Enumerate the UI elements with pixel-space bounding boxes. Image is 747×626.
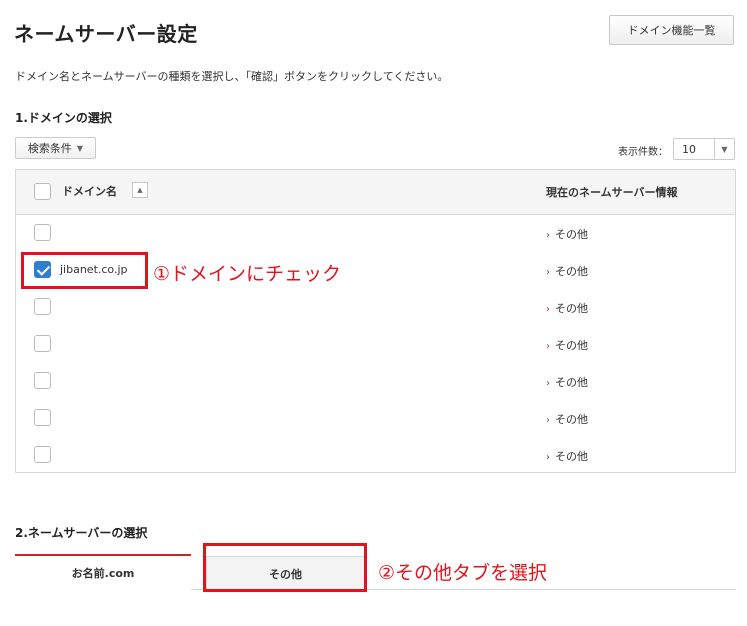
nameserver-info: › その他: [546, 448, 588, 464]
page-title: ネームサーバー設定: [14, 22, 198, 46]
chevron-right-icon: ›: [546, 267, 550, 278]
nameserver-value: その他: [555, 413, 588, 426]
chevron-right-icon: ›: [546, 304, 550, 315]
search-filter-button[interactable]: 検索条件 ▼: [15, 137, 96, 159]
chevron-right-icon: ›: [546, 230, 550, 241]
nameserver-info: › その他: [546, 263, 588, 279]
table-header: ドメイン名 ▲ 現在のネームサーバー情報: [16, 170, 735, 215]
nameserver-info: › その他: [546, 374, 588, 390]
display-count-value: 10: [682, 142, 696, 156]
chevron-right-icon: ›: [546, 415, 550, 426]
annotation-step2: ②その他タブを選択: [378, 562, 548, 584]
display-count-select[interactable]: 10 ▼: [673, 138, 735, 160]
domain-table: ドメイン名 ▲ 現在のネームサーバー情報 › その他 jibanet.co.jp …: [15, 169, 736, 473]
highlight-box-other-tab: [203, 543, 367, 592]
tab-onamae[interactable]: お名前.com: [15, 554, 191, 590]
instruction-text: ドメイン名とネームサーバーの種類を選択し、「確認」ボタンをクリックしてください。: [15, 70, 449, 83]
table-row: › その他: [16, 289, 735, 326]
domain-checkbox[interactable]: [34, 335, 51, 352]
nameserver-value: その他: [555, 339, 588, 352]
search-filter-label: 検索条件: [27, 142, 72, 155]
table-row: › その他: [16, 215, 735, 252]
display-count-label: 表示件数：: [618, 147, 668, 158]
table-row: › その他: [16, 400, 735, 437]
section-title-domain-select: 1.ドメインの選択: [15, 111, 112, 125]
domain-checkbox[interactable]: [34, 298, 51, 315]
nameserver-value: その他: [555, 450, 588, 463]
nameserver-info: › その他: [546, 411, 588, 427]
table-row: › その他: [16, 437, 735, 474]
header-nameserver-info: 現在のネームサーバー情報: [546, 186, 678, 199]
domain-checkbox[interactable]: [34, 224, 51, 241]
domain-functions-button[interactable]: ドメイン機能一覧: [609, 15, 734, 45]
domain-checkbox[interactable]: [34, 372, 51, 389]
nameserver-value: その他: [555, 302, 588, 315]
chevron-right-icon: ›: [546, 341, 550, 352]
nameserver-info: › その他: [546, 226, 588, 242]
header-domain-name: ドメイン名: [62, 185, 117, 198]
chevron-down-icon: ▼: [76, 143, 84, 153]
chevron-right-icon: ›: [546, 378, 550, 389]
annotation-step1: ①ドメインにチェック: [153, 263, 342, 285]
nameserver-info: › その他: [546, 300, 588, 316]
highlight-box-domain: [21, 252, 148, 289]
table-row: › その他: [16, 363, 735, 400]
nameserver-tabs: お名前.com その他: [15, 554, 736, 590]
nameserver-value: その他: [555, 228, 588, 241]
select-all-checkbox[interactable]: [34, 183, 51, 200]
nameserver-value: その他: [555, 376, 588, 389]
chevron-right-icon: ›: [546, 452, 550, 463]
sort-icon[interactable]: ▲: [132, 182, 148, 198]
section-title-nameserver-select: 2.ネームサーバーの選択: [15, 526, 148, 540]
domain-checkbox[interactable]: [34, 446, 51, 463]
nameserver-value: その他: [555, 265, 588, 278]
domain-checkbox[interactable]: [34, 409, 51, 426]
table-row: › その他: [16, 326, 735, 363]
chevron-down-icon: ▼: [714, 139, 734, 159]
nameserver-info: › その他: [546, 337, 588, 353]
